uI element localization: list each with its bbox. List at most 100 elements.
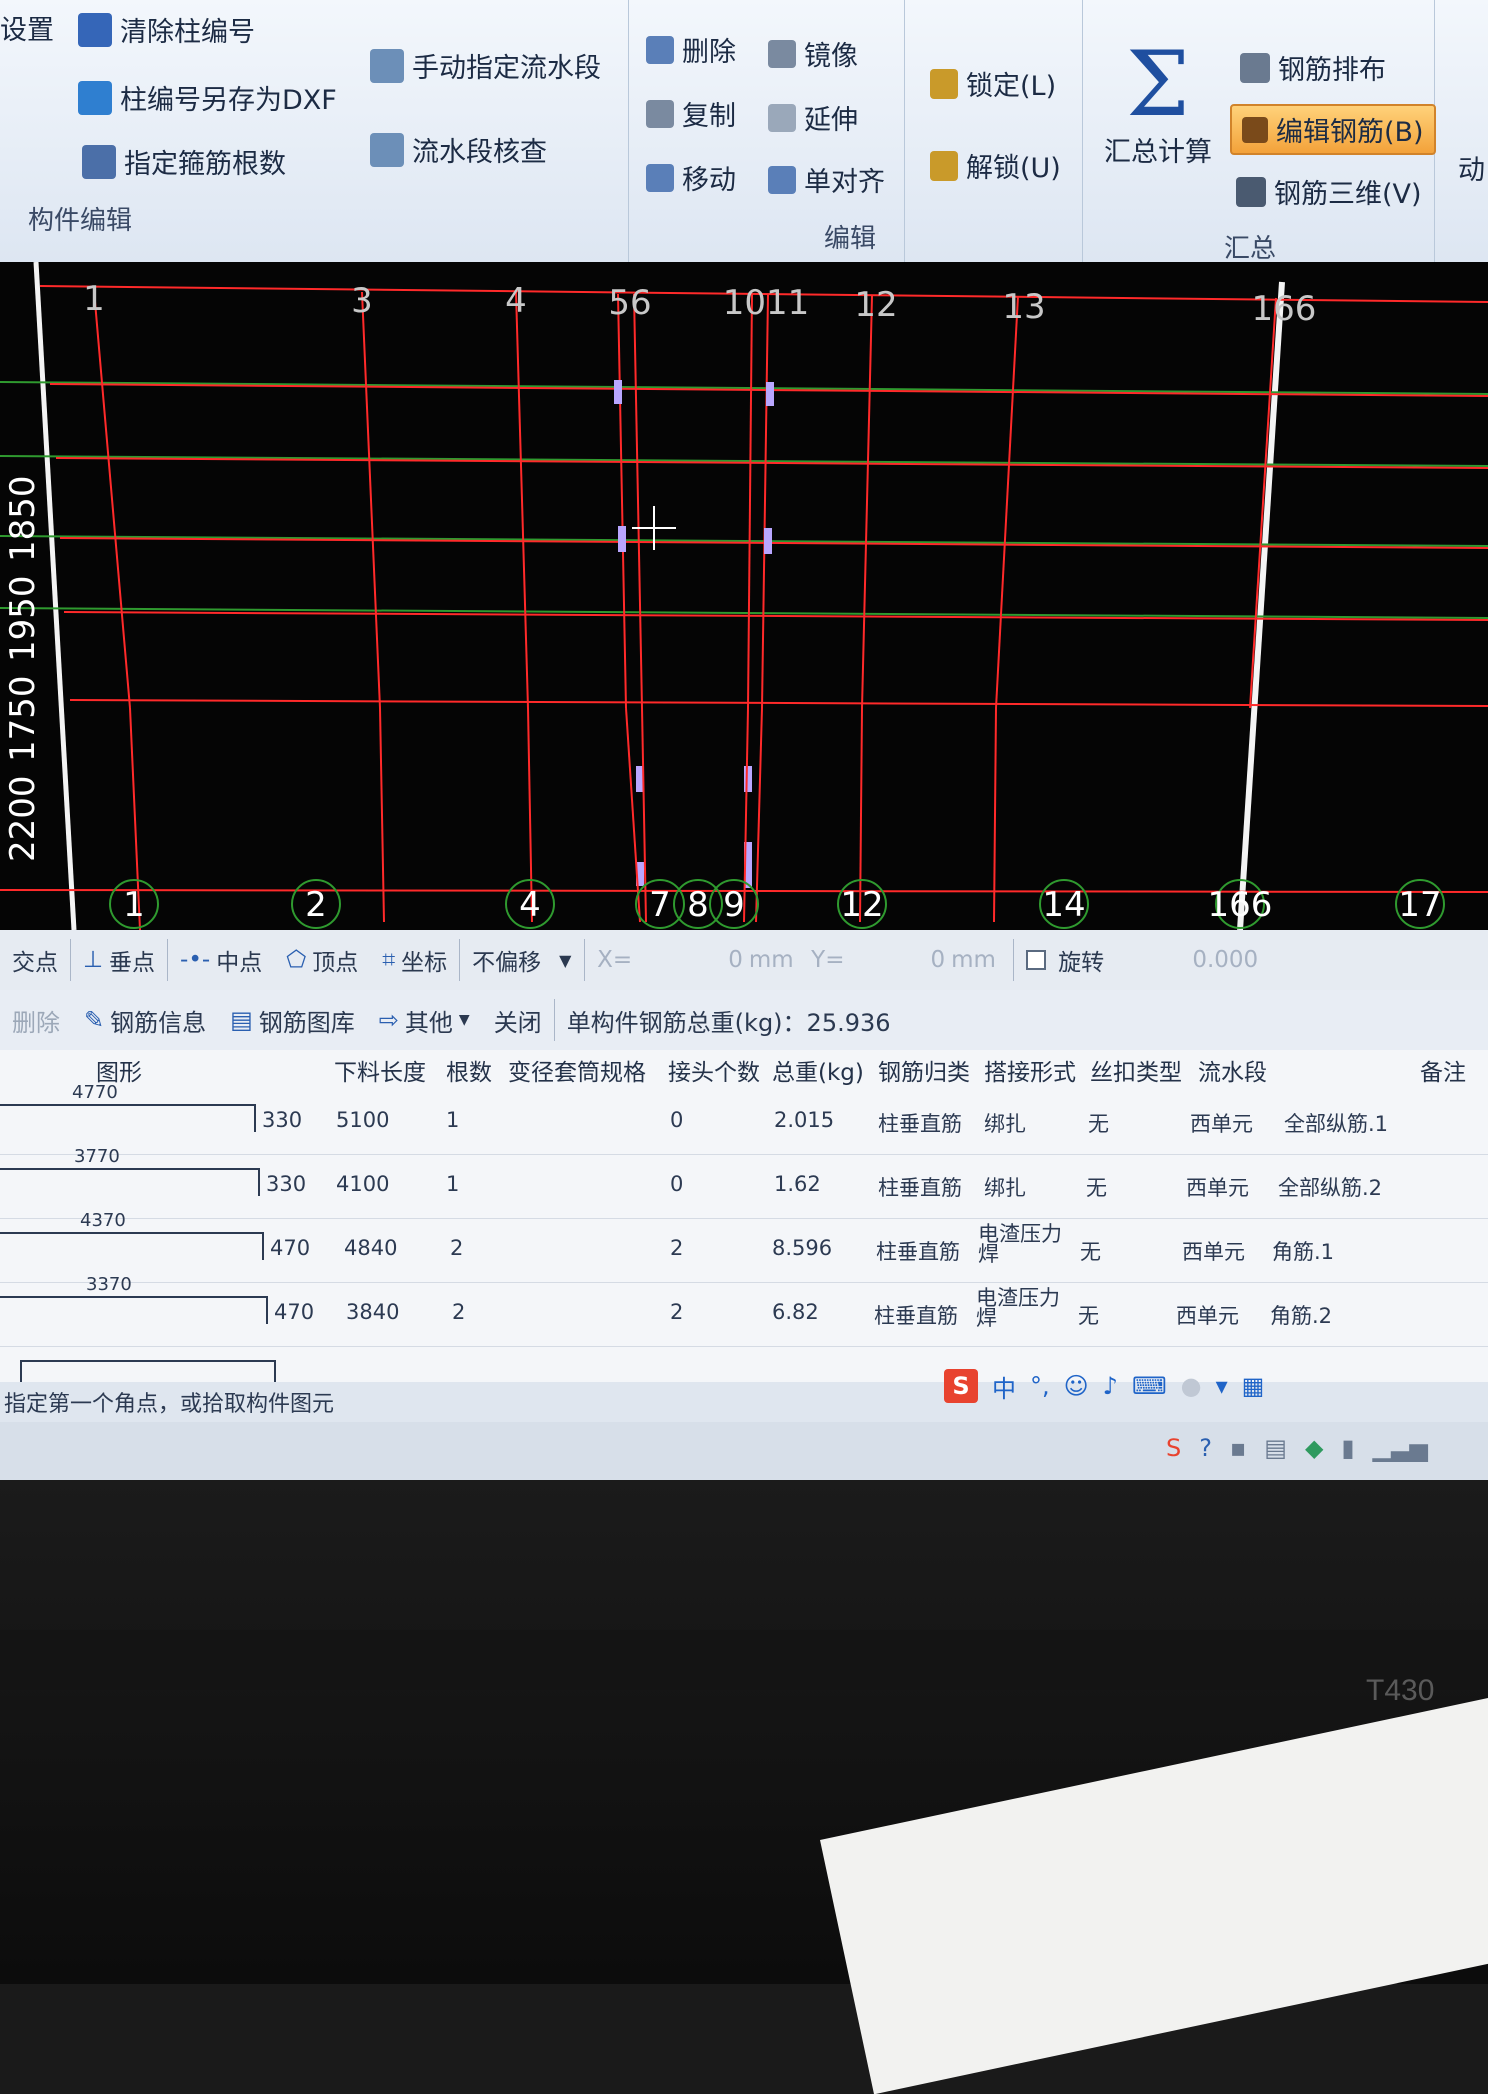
cell-count: 1 <box>446 1172 460 1196</box>
snap-intersection[interactable]: 交点 <box>0 936 70 984</box>
col-header-length[interactable]: 下料长度 <box>334 1050 426 1090</box>
manual-segment-button[interactable]: 手动指定流水段 <box>370 46 601 85</box>
dimension-label: 1750 <box>3 675 43 762</box>
summary-calc-button[interactable]: Σ 汇总计算 <box>1104 40 1212 169</box>
chevron-down-icon: ▼ <box>559 950 572 970</box>
delete-button[interactable]: 删除 <box>646 30 736 69</box>
signal-icon[interactable]: ▁▃▅ <box>1373 1434 1428 1462</box>
rebar-library-button[interactable]: ▤ 钢筋图库 <box>218 996 367 1044</box>
col-header-note[interactable]: 备注 <box>1420 1050 1466 1090</box>
cell-thread: 无 <box>1078 1304 1099 1328</box>
rebar-layout-button[interactable]: 钢筋排布 <box>1240 48 1386 87</box>
cell-lap: 电渣压力焊 <box>976 1286 1060 1330</box>
clear-column-number-button[interactable]: 清除柱编号 <box>78 10 255 49</box>
printer-icon[interactable]: ▤ <box>1264 1434 1287 1462</box>
align-icon <box>768 165 796 194</box>
rotate-checkbox[interactable]: 旋转 <box>1014 936 1116 984</box>
x-coordinate-field[interactable]: X= 0 mm <box>585 936 799 984</box>
save-as-dxf-button[interactable]: 柱编号另存为DXF <box>78 78 337 117</box>
settings-button[interactable]: 设置 <box>0 8 54 47</box>
checkbox-icon <box>1026 950 1047 970</box>
move-button[interactable]: 移动 <box>646 158 736 197</box>
drawing-canvas[interactable]: 1 2 4 7 8 9 12 14 166 17 1 3 4 56 1011 1… <box>0 262 1488 930</box>
col-header-category[interactable]: 钢筋归类 <box>878 1050 970 1090</box>
unlock-button[interactable]: 解锁(U) <box>930 146 1061 185</box>
table-row[interactable]: 4770 330 5100 1 0 2.015 柱垂直筋 绑扎 无 西单元 全部… <box>0 1082 1488 1155</box>
cell-joints: 2 <box>670 1300 684 1324</box>
cell-length: 5100 <box>336 1108 390 1132</box>
dimension-label: 2200 <box>3 775 43 862</box>
col-header-sleeve[interactable]: 变径套筒规格 <box>508 1050 646 1090</box>
close-button[interactable]: 关闭 <box>482 996 554 1044</box>
ime-toolbar[interactable]: S 中 °, ☺ ♪ ⌨ ● ▾ ▦ <box>944 1366 1264 1406</box>
green-axis-line <box>0 381 1488 395</box>
battery-icon[interactable]: ▮ <box>1341 1434 1354 1462</box>
edit-rebar-button[interactable]: 编辑钢筋(B) <box>1230 104 1436 155</box>
table-row-partial[interactable] <box>0 1346 1488 1382</box>
snap-coordinate[interactable]: ⌗ 坐标 <box>370 936 459 984</box>
lock-button[interactable]: 锁定(L) <box>930 64 1056 103</box>
col-header-lap[interactable]: 搭接形式 <box>984 1050 1076 1090</box>
total-weight-readout: 单构件钢筋总重(kg)：25.936 <box>566 1008 891 1037</box>
rebar-shape: 4770 <box>0 1082 256 1132</box>
network-icon[interactable]: ▪ <box>1230 1434 1246 1462</box>
help-icon[interactable]: ? <box>1199 1434 1212 1462</box>
column-marker <box>614 380 622 404</box>
rotate-angle-field[interactable]: 0.000 <box>1116 936 1270 984</box>
snap-vertex[interactable]: ⬠ 顶点 <box>274 936 370 984</box>
cell-thread: 无 <box>1088 1112 1109 1136</box>
grid-line-v <box>361 291 381 709</box>
table-row[interactable]: 3370 470 3840 2 2 6.82 柱垂直筋 电渣压力焊 无 西单元 … <box>0 1274 1488 1347</box>
emoji-icon: ☺ <box>1063 1372 1089 1400</box>
vertex-icon: ⬠ <box>286 947 307 973</box>
delete-row-button[interactable]: 删除 <box>0 996 72 1044</box>
segment-check-button[interactable]: 流水段核查 <box>370 130 547 169</box>
rebar-3d-button[interactable]: 钢筋三维(V) <box>1236 172 1422 211</box>
extend-button[interactable]: 延伸 <box>768 98 858 137</box>
other-menu-button[interactable]: ⇨ 其他 ▼ <box>367 996 482 1044</box>
mirror-button[interactable]: 镜像 <box>768 34 858 73</box>
grid-line-v <box>747 293 753 709</box>
col-header-thread[interactable]: 丝扣类型 <box>1090 1050 1182 1090</box>
axis-label: 14 <box>1042 885 1085 925</box>
col-header-count[interactable]: 根数 <box>446 1050 492 1090</box>
extend-icon <box>768 103 796 132</box>
security-icon[interactable]: ◆ <box>1305 1434 1323 1462</box>
offset-mode-select[interactable]: 不偏移 ▼ <box>460 936 584 984</box>
grid-line-v <box>995 295 1019 709</box>
cell-weight: 1.62 <box>774 1172 821 1196</box>
cell-note: 角筋.1 <box>1272 1240 1335 1264</box>
ribbon-group-edit: 删除 镜像 复制 延伸 移动 单对齐 编辑 <box>628 0 905 262</box>
dxf-icon <box>78 80 112 115</box>
align-button[interactable]: 单对齐 <box>768 160 885 199</box>
table-row[interactable]: 3770 330 4100 1 0 1.62 柱垂直筋 绑扎 无 西单元 全部纵… <box>0 1146 1488 1219</box>
copy-button[interactable]: 复制 <box>646 94 736 133</box>
stirrup-count-button[interactable]: 指定箍筋根数 <box>82 142 286 181</box>
sogou-tray-icon[interactable]: S <box>1166 1434 1181 1462</box>
rebar-shape: 3770 <box>0 1146 260 1196</box>
col-header-segment[interactable]: 流水段 <box>1198 1050 1267 1090</box>
cell-segment: 西单元 <box>1176 1304 1239 1328</box>
sigma-icon: Σ <box>1126 32 1190 137</box>
axis-label: 12 <box>854 285 897 325</box>
axis-label: 1 <box>83 279 105 319</box>
dimension-label: 1850 <box>3 475 43 562</box>
coordinate-icon: ⌗ <box>382 947 396 973</box>
col-header-weight[interactable]: 总重(kg) <box>772 1050 864 1090</box>
table-row[interactable]: 4370 470 4840 2 2 8.596 柱垂直筋 电渣压力焊 无 西单元… <box>0 1210 1488 1283</box>
ribbon: 设置 清除柱编号 柱编号另存为DXF 指定箍筋根数 手动指定流水段 流水段核查 … <box>0 0 1488 264</box>
clear-icon <box>78 12 112 47</box>
axis-label: 1011 <box>723 283 810 323</box>
rebar-info-button[interactable]: ✎ 钢筋信息 <box>72 996 218 1044</box>
y-coordinate-field[interactable]: Y= 0 mm <box>799 936 1013 984</box>
axis-label: 1 <box>123 885 145 925</box>
col-header-joints[interactable]: 接头个数 <box>668 1050 760 1090</box>
ribbon-clipped-item[interactable]: 动 <box>1458 148 1485 187</box>
snap-midpoint[interactable]: -•- 中点 <box>168 936 274 984</box>
cell-category: 柱垂直筋 <box>878 1176 962 1200</box>
snap-perpendicular[interactable]: ⊥ 垂点 <box>71 936 167 984</box>
grid-line-v <box>761 293 769 709</box>
delete-icon <box>646 35 674 64</box>
chevron-down-icon: ▼ <box>458 1012 470 1028</box>
group-label-summary: 汇总 <box>1224 234 1277 264</box>
